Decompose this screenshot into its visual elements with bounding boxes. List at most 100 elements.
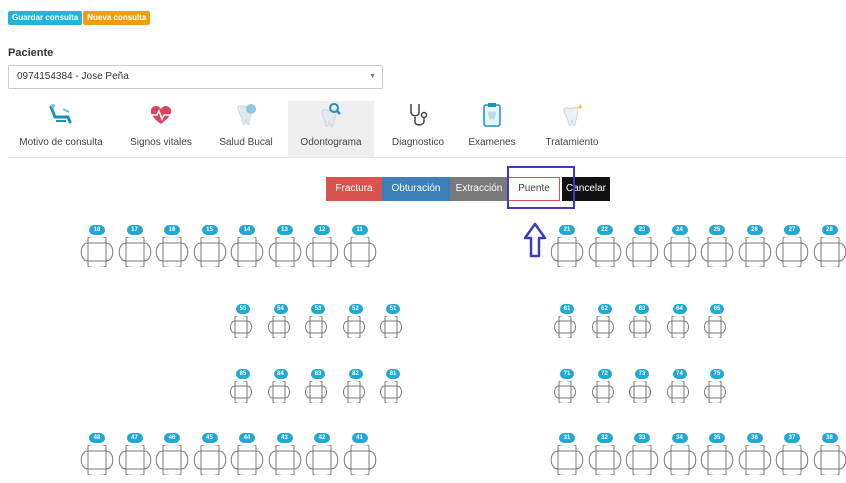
tooth-number: 51 [386, 304, 400, 314]
tooth-81[interactable]: 81 [378, 369, 408, 403]
tooth-number: 17 [126, 225, 143, 235]
clipboard-tooth-icon [483, 103, 501, 127]
tooth-62[interactable]: 62 [590, 304, 620, 338]
tooth-72[interactable]: 72 [590, 369, 620, 403]
tooth-71[interactable]: 71 [552, 369, 582, 403]
tooth-number: 84 [273, 369, 288, 379]
tooth-42[interactable]: 42 [303, 433, 341, 475]
tooth-number: 22 [596, 225, 613, 235]
tab-diagnostico[interactable]: Diagnostico [380, 101, 456, 157]
tooth-12[interactable]: 12 [303, 225, 341, 267]
tooth-number: 72 [597, 369, 612, 379]
fractura-button[interactable]: Fractura [326, 177, 382, 201]
tooth-27[interactable]: 27 [773, 225, 811, 267]
tooth-73[interactable]: 73 [627, 369, 657, 403]
tooth-number: 46 [164, 433, 180, 443]
tooth-31[interactable]: 31 [548, 433, 586, 475]
tooth-number: 31 [559, 433, 575, 443]
patient-select[interactable]: 0974154384 - Jose Peña ▼ [8, 65, 383, 89]
tooth-41[interactable]: 41 [341, 433, 379, 475]
tooth-number: 24 [671, 225, 688, 235]
tooth-37[interactable]: 37 [773, 433, 811, 475]
save-consultation-button[interactable]: Guardar consulta [8, 11, 83, 25]
tooth-number: 15 [201, 225, 218, 235]
tooth-35[interactable]: 35 [698, 433, 736, 475]
tooth-14[interactable]: 14 [228, 225, 266, 267]
tooth-16[interactable]: 16 [153, 225, 191, 267]
tooth-46[interactable]: 46 [153, 433, 191, 475]
tooth-number: 55 [236, 304, 250, 314]
tooth-17[interactable]: 17 [116, 225, 154, 267]
tooth-number: 48 [89, 433, 105, 443]
tooth-32[interactable]: 32 [586, 433, 624, 475]
tooth-number: 26 [746, 225, 763, 235]
tooth-sparkle-icon [563, 104, 583, 127]
patient-label: Paciente [8, 47, 54, 59]
tooth-36[interactable]: 36 [736, 433, 774, 475]
tooth-number: 27 [784, 225, 800, 235]
tooth-74[interactable]: 74 [665, 369, 695, 403]
tooth-number: 73 [635, 369, 649, 379]
tooth-number: 25 [709, 225, 725, 235]
tooth-45[interactable]: 45 [191, 433, 229, 475]
tooth-18[interactable]: 18 [78, 225, 116, 267]
top-toolbar: Guardar consulta Nueva consulta [8, 11, 151, 25]
tooth-23[interactable]: 23 [623, 225, 661, 267]
tooth-25[interactable]: 25 [698, 225, 736, 267]
tooth-number: 35 [709, 433, 725, 443]
tooth-number: 21 [559, 225, 575, 235]
tab-signos-vitales[interactable]: Signos vitales [116, 101, 206, 157]
tooth-number: 85 [236, 369, 250, 379]
tooth-number: 41 [351, 433, 368, 443]
tooth-82[interactable]: 82 [341, 369, 371, 403]
tooth-33[interactable]: 33 [623, 433, 661, 475]
tooth-number: 43 [276, 433, 293, 443]
tooth-83[interactable]: 83 [303, 369, 333, 403]
tooth-number: 14 [239, 225, 255, 235]
tooth-54[interactable]: 54 [266, 304, 296, 338]
tooth-38[interactable]: 38 [811, 433, 846, 475]
tab-examenes[interactable]: Examenes [460, 101, 524, 157]
tooth-61[interactable]: 61 [552, 304, 582, 338]
tooth-21[interactable]: 21 [548, 225, 586, 267]
tooth-28[interactable]: 28 [811, 225, 846, 267]
tooth-11[interactable]: 11 [341, 225, 379, 267]
tab-label: Examenes [468, 137, 516, 148]
tooth-13[interactable]: 13 [266, 225, 304, 267]
tab-tratamiento[interactable]: Tratamiento [534, 101, 610, 157]
tooth-number: 32 [596, 433, 613, 443]
new-consultation-button[interactable]: Nueva consulta [83, 11, 151, 25]
obturacion-button[interactable]: Obturación [382, 177, 450, 201]
tooth-number: 16 [164, 225, 180, 235]
tooth-47[interactable]: 47 [116, 433, 154, 475]
tooth-34[interactable]: 34 [661, 433, 699, 475]
tooth-48[interactable]: 48 [78, 433, 116, 475]
tab-salud-bucal[interactable]: Salud Bucal [208, 101, 284, 157]
tooth-85[interactable]: 85 [228, 369, 258, 403]
tooth-63[interactable]: 63 [627, 304, 657, 338]
tooth-65[interactable]: 65 [702, 304, 732, 338]
tooth-15[interactable]: 15 [191, 225, 229, 267]
tooth-number: 34 [671, 433, 688, 443]
chevron-down-icon: ▼ [369, 73, 376, 80]
tooth-24[interactable]: 24 [661, 225, 699, 267]
tooth-number: 28 [821, 225, 838, 235]
tooth-53[interactable]: 53 [303, 304, 333, 338]
tab-odontograma[interactable]: Odontograma [288, 101, 374, 157]
tab-label: Tratamiento [545, 137, 599, 148]
extraccion-button[interactable]: Extracción [450, 177, 508, 201]
tooth-84[interactable]: 84 [266, 369, 296, 403]
tooth-number: 44 [239, 433, 255, 443]
tooth-64[interactable]: 64 [665, 304, 695, 338]
patient-select-value: 0974154384 - Jose Peña [17, 71, 129, 82]
tooth-52[interactable]: 52 [341, 304, 371, 338]
tooth-44[interactable]: 44 [228, 433, 266, 475]
tooth-75[interactable]: 75 [702, 369, 732, 403]
tooth-51[interactable]: 51 [378, 304, 408, 338]
tooth-22[interactable]: 22 [586, 225, 624, 267]
tooth-55[interactable]: 55 [228, 304, 258, 338]
tooth-search-icon [321, 103, 341, 128]
tab-motivo-consulta[interactable]: Motivo de consulta [8, 101, 114, 157]
tooth-43[interactable]: 43 [266, 433, 304, 475]
tooth-26[interactable]: 26 [736, 225, 774, 267]
